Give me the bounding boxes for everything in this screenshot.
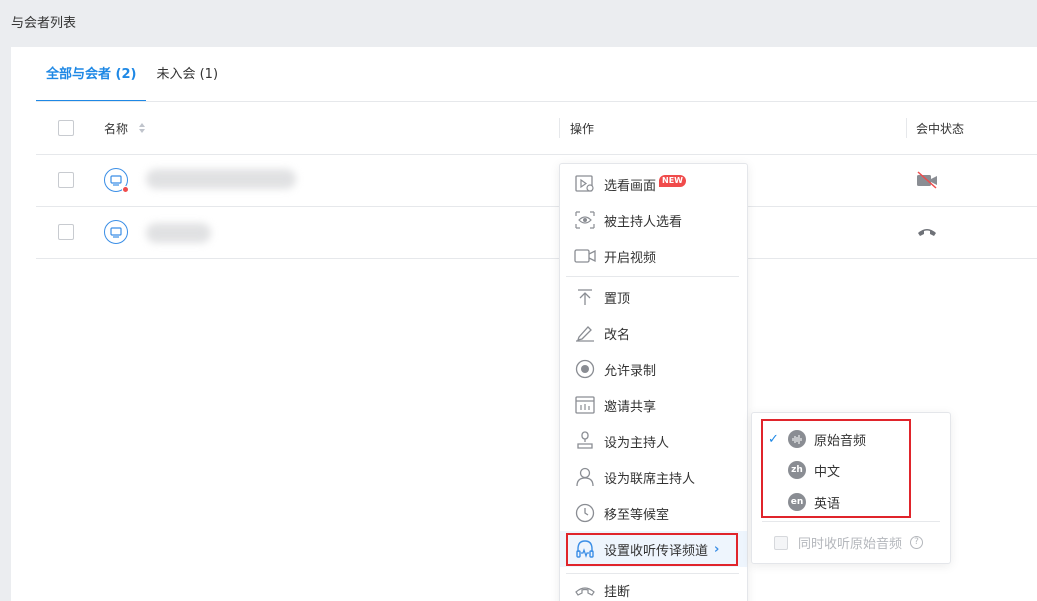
menu-item-pin-top[interactable]: 置顶 <box>560 279 747 315</box>
page-title: 与会者列表 <box>11 16 77 31</box>
video-icon <box>574 245 596 267</box>
participant-name-blurred <box>146 169 296 189</box>
column-status-header: 会中状态 <box>916 122 965 136</box>
pin-top-icon <box>574 286 596 308</box>
participant-action-menu: 选看画面 NEW 被主持人选看 开启视频 置顶 改名 允许录制 邀请共享 设为主… <box>559 163 748 601</box>
eye-icon <box>574 209 596 231</box>
menu-item-make-cohost[interactable]: 设为联席主持人 <box>560 459 747 495</box>
select-all-checkbox[interactable] <box>58 120 74 136</box>
cohost-icon <box>574 466 596 488</box>
menu-item-host-selected[interactable]: 被主持人选看 <box>560 202 747 238</box>
column-separator <box>559 118 560 138</box>
menu-item-select-view[interactable]: 选看画面 NEW <box>560 166 747 202</box>
menu-item-allow-record[interactable]: 允许录制 <box>560 351 747 387</box>
pencil-icon <box>574 322 596 344</box>
menu-divider <box>566 276 739 277</box>
help-icon[interactable]: ? <box>910 536 924 549</box>
listen-original-option[interactable]: 同时收听原始音频 ? <box>774 533 924 552</box>
host-icon <box>574 430 596 452</box>
video-off-icon <box>916 171 938 193</box>
share-icon <box>574 394 596 416</box>
menu-item-rename[interactable]: 改名 <box>560 315 747 351</box>
column-name-header[interactable]: 名称 <box>104 120 146 137</box>
hangup-icon <box>574 579 596 601</box>
avatar <box>104 168 129 193</box>
menu-item-invite-share[interactable]: 邀请共享 <box>560 387 747 423</box>
menu-item-make-host[interactable]: 设为主持人 <box>560 423 747 459</box>
column-separator <box>906 118 907 138</box>
participant-name-blurred <box>146 223 211 243</box>
highlight-box <box>566 533 738 566</box>
record-icon <box>574 358 596 380</box>
screen-icon <box>110 174 122 186</box>
table-header: 名称 操作 会中状态 <box>36 102 1037 155</box>
menu-item-move-waiting-room[interactable]: 移至等候室 <box>560 495 747 531</box>
avatar <box>104 220 128 244</box>
table-row[interactable] <box>36 207 1037 259</box>
tab-not-joined[interactable]: 未入会 (1) <box>146 47 228 102</box>
menu-item-hang-up[interactable]: 挂断 <box>560 572 747 601</box>
table-row[interactable] <box>36 155 1037 207</box>
row-checkbox[interactable] <box>58 172 74 188</box>
clock-icon <box>574 502 596 524</box>
tab-bar: 全部与会者 (2) 未入会 (1) <box>36 47 228 102</box>
new-badge: NEW <box>659 175 686 187</box>
submenu-divider <box>762 521 940 522</box>
menu-item-start-video[interactable]: 开启视频 <box>560 238 747 274</box>
sort-icon[interactable] <box>138 122 146 137</box>
interpretation-submenu: ✓ 原始音频 zh 中文 en 英语 同时收听原始音频 ? <box>751 412 951 564</box>
column-action-header: 操作 <box>570 122 595 136</box>
hangup-icon[interactable] <box>916 225 938 241</box>
highlight-box <box>761 419 911 518</box>
tab-all-participants[interactable]: 全部与会者 (2) <box>36 47 147 102</box>
listen-original-checkbox[interactable] <box>774 535 788 550</box>
screen-icon <box>110 226 122 238</box>
status-dot <box>122 186 129 193</box>
row-checkbox[interactable] <box>58 224 74 240</box>
select-view-icon <box>574 173 596 195</box>
